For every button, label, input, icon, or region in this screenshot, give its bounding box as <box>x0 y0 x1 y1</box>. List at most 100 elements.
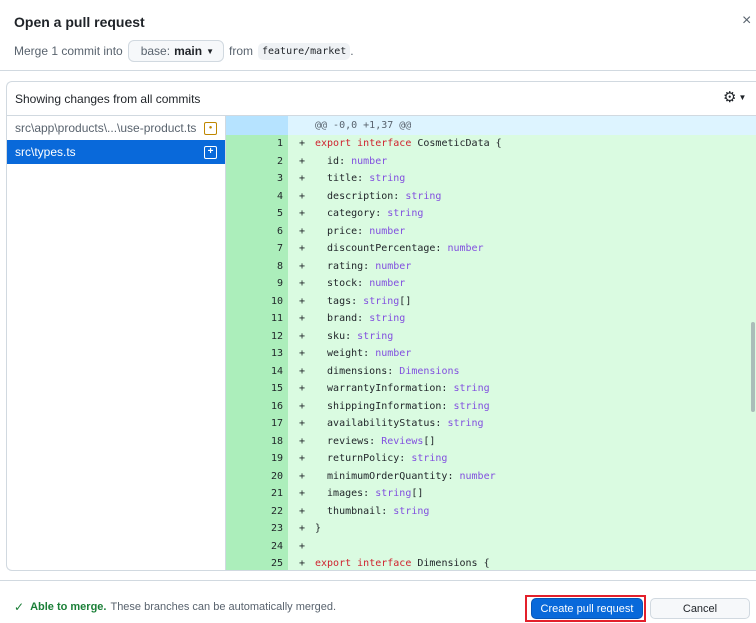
diff-line: 15 + warrantyInformation: string <box>226 380 756 398</box>
diff-line: 20 + minimumOrderQuantity: number <box>226 467 756 485</box>
code-text: brand: string <box>315 313 406 324</box>
line-number[interactable]: 3 <box>226 170 288 188</box>
merge-summary: Merge 1 commit into base: main ▼ from fe… <box>14 40 354 62</box>
code-text: export interface CosmeticData { <box>315 138 502 149</box>
file-name: src\app\products\...\use-product.ts <box>15 121 197 135</box>
line-number[interactable]: 21 <box>226 485 288 503</box>
addition-marker: + <box>299 155 306 167</box>
line-number[interactable]: 16 <box>226 397 288 415</box>
diff-line: 2 + id: number <box>226 152 756 170</box>
line-number[interactable]: 8 <box>226 257 288 275</box>
code-text: thumbnail: string <box>315 505 430 517</box>
code-text: sku: string <box>315 330 394 342</box>
chevron-down-icon: ▼ <box>206 46 214 56</box>
line-number[interactable]: 11 <box>226 310 288 328</box>
line-number[interactable]: 22 <box>226 502 288 520</box>
footer-divider <box>0 580 756 581</box>
line-number[interactable]: 5 <box>226 205 288 223</box>
diff-line: 3 + title: string <box>226 170 756 188</box>
diff-line: 18 + reviews: Reviews[] <box>226 432 756 450</box>
added-icon: + <box>204 145 217 159</box>
line-number[interactable]: 6 <box>226 222 288 240</box>
diff-line: 8 + rating: number <box>226 257 756 275</box>
addition-marker: + <box>299 540 306 552</box>
addition-marker: + <box>299 505 306 517</box>
period: . <box>350 44 354 58</box>
diff-line: 9 + stock: number <box>226 275 756 293</box>
addition-marker: + <box>299 383 306 394</box>
addition-marker: + <box>299 470 306 482</box>
code-text: dimensions: Dimensions <box>315 365 460 377</box>
merge-prefix: Merge 1 commit into <box>14 44 123 58</box>
addition-marker: + <box>299 488 306 499</box>
diff-line: 1 + export interface CosmeticData { <box>226 135 756 153</box>
file-name: src\types.ts <box>15 145 76 159</box>
merge-ok-label: Able to merge. <box>30 601 107 613</box>
code-text: images: string[] <box>315 488 424 499</box>
addition-marker: + <box>299 558 306 569</box>
diff-line: 22 + thumbnail: string <box>226 502 756 520</box>
addition-marker: + <box>299 260 306 272</box>
line-number[interactable]: 10 <box>226 292 288 310</box>
addition-marker: + <box>299 138 306 149</box>
diff-line: 11 + brand: string <box>226 310 756 328</box>
diff-line: 25 + export interface Dimensions { <box>226 555 756 570</box>
code-text: warrantyInformation: string <box>315 383 490 394</box>
line-number[interactable]: 23 <box>226 520 288 538</box>
line-number[interactable]: 20 <box>226 467 288 485</box>
line-number[interactable]: 15 <box>226 380 288 398</box>
file-tree: src\app\products\...\use-product.ts ● sr… <box>7 116 226 570</box>
create-pull-request-button[interactable]: Create pull request <box>531 598 643 619</box>
base-branch-button[interactable]: base: main ▼ <box>127 40 224 62</box>
addition-marker: + <box>299 173 306 184</box>
code-text: stock: number <box>315 278 406 289</box>
compare-branch: feature/market <box>258 42 351 60</box>
dialog-title: Open a pull request <box>14 14 145 30</box>
diff-line: 10 + tags: string[] <box>226 292 756 310</box>
line-number[interactable]: 1 <box>226 135 288 153</box>
addition-marker: + <box>299 208 306 219</box>
diff-line: 21 + images: string[] <box>226 485 756 503</box>
hunk-gutter <box>226 116 288 135</box>
diff-panel: Showing changes from all commits ⚙ ▼ src\… <box>6 81 756 571</box>
dialog-header: Open a pull request × Merge 1 commit int… <box>0 0 756 70</box>
diff-line: 4 + description: string <box>226 187 756 205</box>
addition-marker: + <box>299 453 306 464</box>
line-number[interactable]: 4 <box>226 187 288 205</box>
diff-line: 14 + dimensions: Dimensions <box>226 362 756 380</box>
merge-status: ✓ Able to merge. These branches can be a… <box>14 600 336 614</box>
addition-marker: + <box>299 348 306 359</box>
diff-panel-header: Showing changes from all commits ⚙ ▼ <box>7 82 756 116</box>
line-number[interactable]: 19 <box>226 450 288 468</box>
file-item-use-product[interactable]: src\app\products\...\use-product.ts ● <box>7 116 225 140</box>
base-key: base: <box>140 44 171 58</box>
line-number[interactable]: 18 <box>226 432 288 450</box>
code-text: id: number <box>315 155 388 167</box>
code-text: description: string <box>315 190 442 202</box>
scrollbar-thumb[interactable] <box>751 322 755 412</box>
addition-marker: + <box>299 330 306 342</box>
line-number[interactable]: 2 <box>226 152 288 170</box>
line-number[interactable]: 13 <box>226 345 288 363</box>
modified-icon: ● <box>204 121 217 135</box>
cancel-button[interactable]: Cancel <box>650 598 750 619</box>
addition-marker: + <box>299 365 306 377</box>
code-text: availabilityStatus: string <box>315 418 484 429</box>
line-number[interactable]: 17 <box>226 415 288 433</box>
code-text: discountPercentage: number <box>315 243 484 254</box>
chevron-down-icon: ▼ <box>738 93 747 103</box>
close-icon[interactable]: × <box>742 12 751 30</box>
diff-line: 7 + discountPercentage: number <box>226 240 756 258</box>
base-value: main <box>174 44 203 58</box>
code-text: } <box>315 523 322 534</box>
file-item-types[interactable]: src\types.ts + <box>7 140 225 164</box>
gear-icon[interactable]: ⚙ ▼ <box>723 89 747 106</box>
line-number[interactable]: 14 <box>226 362 288 380</box>
line-number[interactable]: 25 <box>226 555 288 570</box>
line-number[interactable]: 12 <box>226 327 288 345</box>
line-number[interactable]: 24 <box>226 537 288 555</box>
line-number[interactable]: 9 <box>226 275 288 293</box>
code-text: tags: string[] <box>315 295 412 307</box>
addition-marker: + <box>299 418 306 429</box>
line-number[interactable]: 7 <box>226 240 288 258</box>
